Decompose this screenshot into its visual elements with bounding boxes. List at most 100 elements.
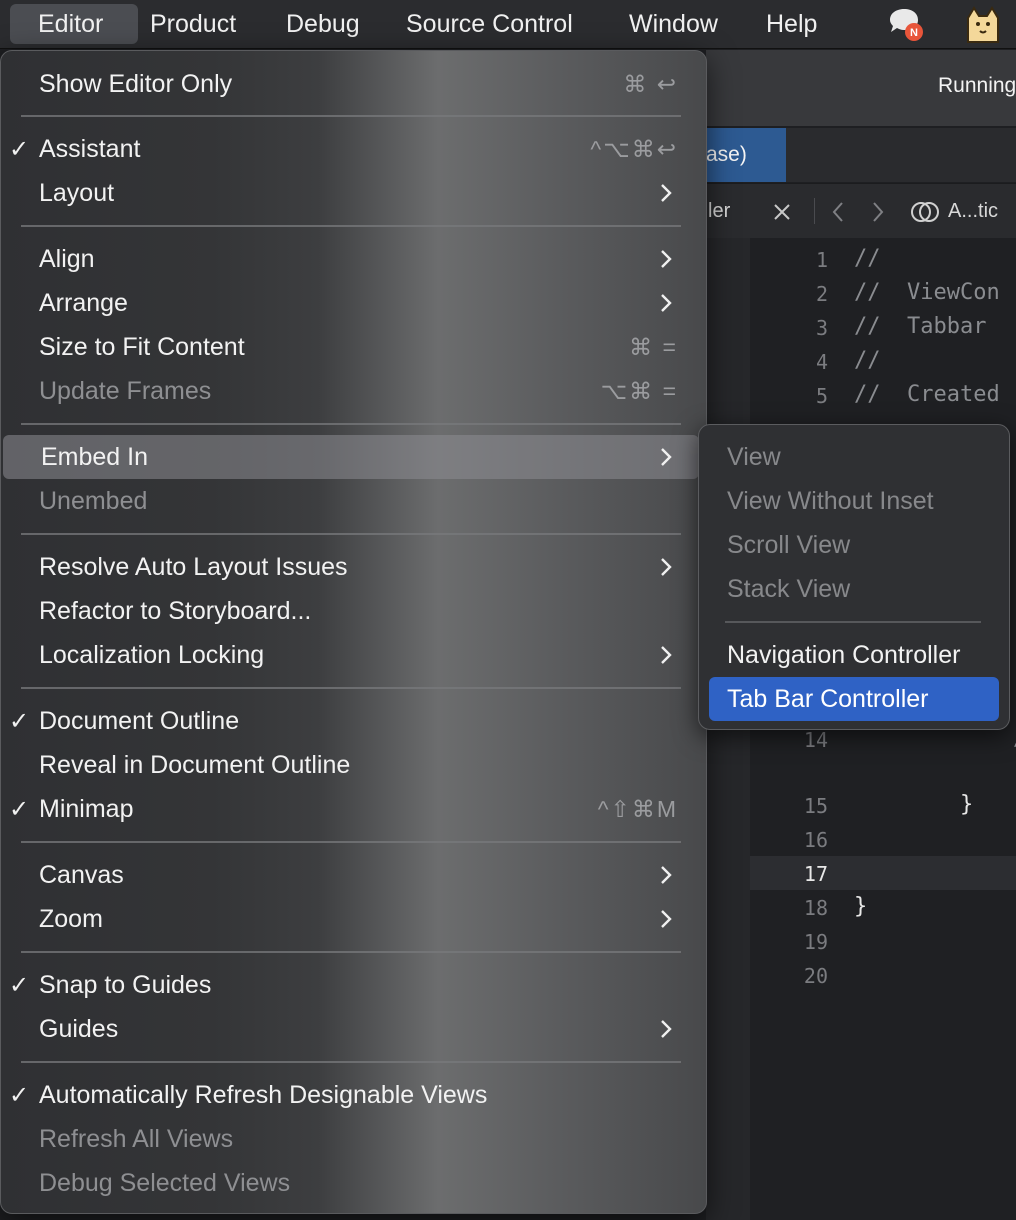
menu-item-refactor-to-storyboard[interactable]: Refactor to Storyboard... xyxy=(1,589,706,633)
menubar-debug[interactable]: Debug xyxy=(274,4,372,44)
menu-item-refresh-all-views[interactable]: Refresh All Views xyxy=(1,1117,706,1161)
line-number: 3 xyxy=(815,316,828,340)
chevron-right-icon xyxy=(661,448,672,466)
menu-item-align[interactable]: Align xyxy=(1,237,706,281)
code-line: // Created xyxy=(854,382,1000,407)
shortcut: ^⇧⌘M xyxy=(597,796,678,822)
menu-separator xyxy=(21,115,681,117)
window-toolbar: Running xyxy=(706,50,1016,126)
code-line: // xyxy=(854,348,881,373)
menubar-help[interactable]: Help xyxy=(754,4,829,44)
line-number: 2 xyxy=(815,282,828,306)
editor-menu: Show Editor Only ⌘ ↩ ✓ Assistant ^⌥⌘↩ La… xyxy=(0,50,707,1214)
menu-item-resolve-auto-layout-issues[interactable]: Resolve Auto Layout Issues xyxy=(1,545,706,589)
submenu-item-stack-view[interactable]: Stack View xyxy=(699,567,1009,611)
line-number: 18 xyxy=(803,896,828,920)
submenu-item-scroll-view[interactable]: Scroll View xyxy=(699,523,1009,567)
checkmark-icon: ✓ xyxy=(9,136,30,163)
menu-item-localization-locking[interactable]: Localization Locking xyxy=(1,633,706,677)
shortcut: ^⌥⌘↩ xyxy=(590,136,678,162)
submenu-item-tab-bar-controller[interactable]: Tab Bar Controller xyxy=(709,677,999,721)
checkmark-icon: ✓ xyxy=(9,972,30,999)
line-number: 15 xyxy=(803,794,828,818)
menu-separator xyxy=(725,621,981,623)
shortcut: ⌥⌘ = xyxy=(600,378,678,404)
menu-separator xyxy=(21,1061,681,1063)
menu-item-document-outline[interactable]: ✓ Document Outline xyxy=(1,699,706,743)
menubar-window[interactable]: Window xyxy=(617,4,730,44)
line-number: 20 xyxy=(803,964,828,988)
chevron-right-icon xyxy=(661,1020,672,1038)
menubar-editor[interactable]: Editor xyxy=(10,4,138,44)
menu-item-debug-selected-views[interactable]: Debug Selected Views xyxy=(1,1161,706,1205)
line-number: 4 xyxy=(815,350,828,374)
checkmark-icon: ✓ xyxy=(9,796,30,823)
svg-text:N: N xyxy=(910,27,918,39)
chevron-right-icon xyxy=(661,910,672,928)
chevron-right-icon xyxy=(661,866,672,884)
jump-bar-divider xyxy=(814,198,815,224)
shortcut: ⌘ = xyxy=(629,334,678,360)
jump-bar-file[interactable]: ler xyxy=(708,200,730,223)
close-icon[interactable] xyxy=(772,202,792,222)
menu-item-embed-in[interactable]: Embed In xyxy=(3,435,699,479)
chevron-right-icon xyxy=(661,294,672,312)
embed-in-submenu: View View Without Inset Scroll View Stac… xyxy=(698,424,1010,730)
menu-separator xyxy=(21,687,681,689)
jump-bar: ler A...tic xyxy=(706,183,1016,240)
menu-item-snap-to-guides[interactable]: ✓ Snap to Guides xyxy=(1,963,706,1007)
jump-bar-related[interactable]: A...tic xyxy=(948,200,998,223)
activity-status: Running xyxy=(938,74,1016,97)
menu-item-reveal-in-document-outline[interactable]: Reveal in Document Outline xyxy=(1,743,706,787)
menubar-product[interactable]: Product xyxy=(138,4,248,44)
menu-separator xyxy=(21,951,681,953)
chevron-left-icon[interactable] xyxy=(830,200,846,224)
related-items-icon[interactable] xyxy=(910,198,940,226)
menu-item-size-to-fit-content[interactable]: Size to Fit Content ⌘ = xyxy=(1,325,706,369)
line-number: 19 xyxy=(803,930,828,954)
menu-separator xyxy=(21,841,681,843)
chevron-right-icon xyxy=(661,184,672,202)
submenu-item-navigation-controller[interactable]: Navigation Controller xyxy=(699,633,1009,677)
submenu-item-view-without-inset[interactable]: View Without Inset xyxy=(699,479,1009,523)
menu-item-minimap[interactable]: ✓ Minimap ^⇧⌘M xyxy=(1,787,706,831)
menu-separator xyxy=(21,533,681,535)
code-line: } xyxy=(854,792,974,817)
submenu-item-view[interactable]: View xyxy=(699,435,1009,479)
line-number: 14 xyxy=(803,728,828,752)
chevron-right-icon xyxy=(661,558,672,576)
menu-item-layout[interactable]: Layout xyxy=(1,171,706,215)
menubar-source-control[interactable]: Source Control xyxy=(394,4,585,44)
menu-item-auto-refresh-designable-views[interactable]: ✓ Automatically Refresh Designable Views xyxy=(1,1073,706,1117)
cat-avatar-icon[interactable] xyxy=(962,4,1004,44)
menu-item-unembed[interactable]: Unembed xyxy=(1,479,706,523)
menu-item-zoom[interactable]: Zoom xyxy=(1,897,706,941)
line-number-current: 17 xyxy=(803,862,828,886)
code-line: } xyxy=(854,894,868,919)
menu-bar: Editor Product Debug Source Control Wind… xyxy=(0,0,1016,49)
menu-item-show-editor-only[interactable]: Show Editor Only ⌘ ↩ xyxy=(1,62,706,106)
line-number: 16 xyxy=(803,828,828,852)
tab-label: ase) xyxy=(706,143,747,166)
code-line: // xyxy=(854,246,881,271)
checkmark-icon: ✓ xyxy=(9,1082,30,1109)
line-number: 1 xyxy=(815,248,828,272)
chat-notification-icon[interactable]: N xyxy=(886,6,926,42)
menu-item-assistant[interactable]: ✓ Assistant ^⌥⌘↩ xyxy=(1,127,706,171)
line-number: 5 xyxy=(815,384,828,408)
code-line: // ViewCon xyxy=(854,280,1000,305)
code-line: // Tabbar xyxy=(854,314,987,339)
menu-item-guides[interactable]: Guides xyxy=(1,1007,706,1051)
chevron-right-icon xyxy=(661,646,672,664)
menu-separator xyxy=(21,225,681,227)
shortcut: ⌘ ↩ xyxy=(623,71,678,97)
menu-item-arrange[interactable]: Arrange xyxy=(1,281,706,325)
checkmark-icon: ✓ xyxy=(9,708,30,735)
menu-item-canvas[interactable]: Canvas xyxy=(1,853,706,897)
chevron-right-icon[interactable] xyxy=(870,200,886,224)
menu-item-update-frames[interactable]: Update Frames ⌥⌘ = xyxy=(1,369,706,413)
editor-tab-active[interactable]: ase) xyxy=(706,128,786,182)
editor-tab-bar: ase) xyxy=(706,128,1016,182)
chevron-right-icon xyxy=(661,250,672,268)
menu-separator xyxy=(21,423,681,425)
